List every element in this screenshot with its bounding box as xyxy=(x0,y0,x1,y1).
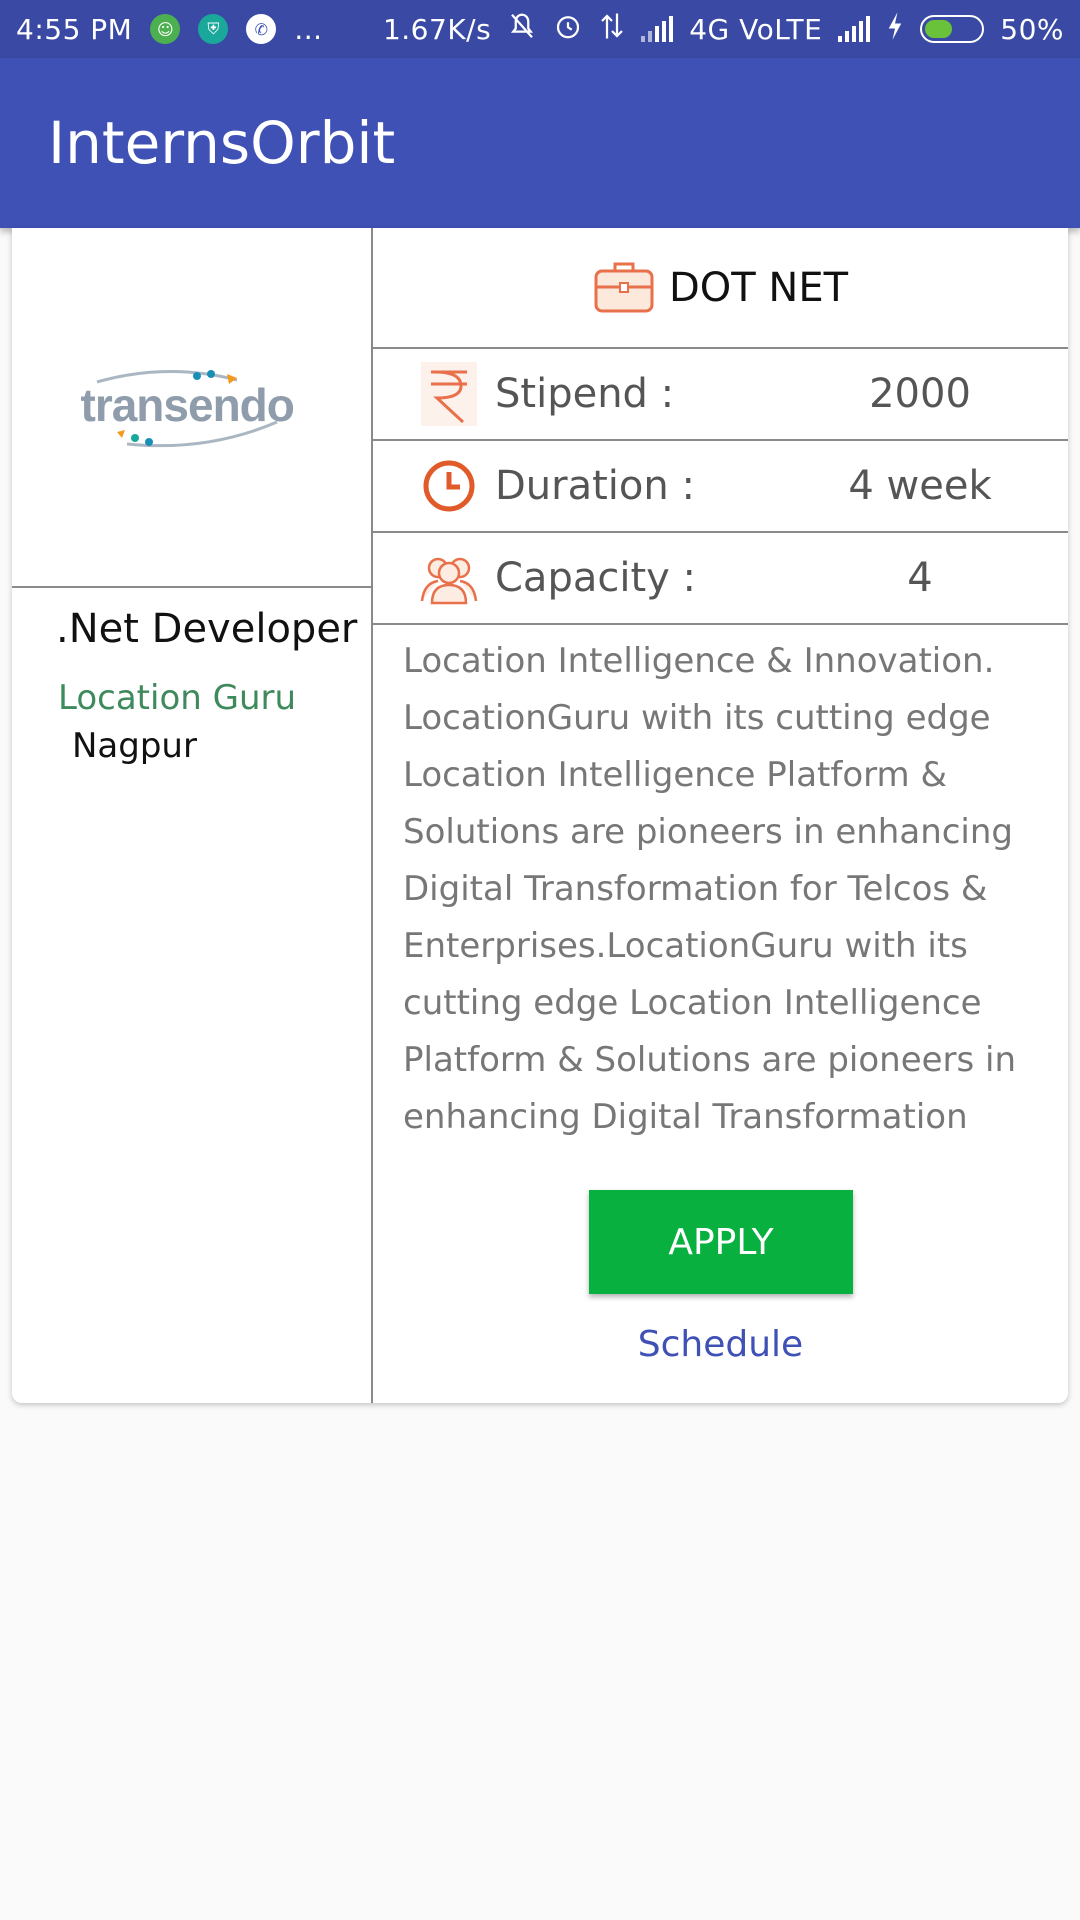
status-bar: 4:55 PM ☺ ⛨ ✆ ... 1.67K/s 4G VoLTE 50% xyxy=(0,0,1080,58)
apply-button[interactable]: APPLY xyxy=(589,1190,853,1294)
internship-card[interactable]: transendo .Net Developer Location Guru N… xyxy=(12,228,1068,1403)
data-transfer-icon xyxy=(599,11,625,48)
stipend-label: Stipend : xyxy=(495,371,675,417)
company-name[interactable]: Location Guru xyxy=(58,678,296,718)
rupee-icon xyxy=(417,362,481,426)
signal-icon-2 xyxy=(838,16,871,42)
category-header: DOT NET xyxy=(373,228,1068,349)
category-title: DOT NET xyxy=(668,264,849,311)
stipend-row: Stipend : 2000 xyxy=(373,349,1068,441)
company-logo: transendo xyxy=(12,228,371,588)
alarm-icon xyxy=(553,11,583,48)
status-time: 4:55 PM xyxy=(16,12,133,46)
capacity-row: Capacity : 4 xyxy=(373,533,1068,625)
network-speed: 1.67K/s xyxy=(382,12,492,46)
people-icon xyxy=(417,546,481,610)
charging-icon xyxy=(886,11,904,48)
details-column: DOT NET Stipend : 2000 Duration : 4 week xyxy=(373,228,1068,1403)
job-title: .Net Developer xyxy=(56,606,358,652)
duration-value: 4 week xyxy=(848,463,992,509)
call-notification-icon: ✆ xyxy=(246,14,277,44)
city: Nagpur xyxy=(72,726,197,766)
duration-label: Duration : xyxy=(495,463,695,509)
battery-percent: 50% xyxy=(1000,12,1064,46)
app-title: InternsOrbit xyxy=(48,109,396,177)
briefcase-icon xyxy=(593,257,655,319)
schedule-link[interactable]: Schedule xyxy=(373,1324,1068,1365)
internship-description: Location Intelligence & Innovation. Loca… xyxy=(403,641,1017,1137)
duration-row: Duration : 4 week xyxy=(373,441,1068,533)
company-column: transendo .Net Developer Location Guru N… xyxy=(12,228,373,1403)
logo-wordmark: transendo xyxy=(80,379,295,431)
capacity-value: 4 xyxy=(907,555,933,601)
more-notifications: ... xyxy=(294,12,323,46)
signal-icon-1 xyxy=(641,16,674,42)
clock-icon xyxy=(417,454,481,518)
capacity-label: Capacity : xyxy=(495,555,696,601)
stipend-value: 2000 xyxy=(869,371,971,417)
transendo-logo: transendo xyxy=(77,352,307,462)
app-bar: InternsOrbit xyxy=(0,58,1080,228)
shield-notification-icon: ⛨ xyxy=(198,14,229,44)
mute-bell-icon xyxy=(507,11,537,48)
battery-icon xyxy=(920,15,985,43)
network-type: 4G VoLTE xyxy=(689,12,823,46)
android-notification-icon: ☺ xyxy=(150,14,181,44)
